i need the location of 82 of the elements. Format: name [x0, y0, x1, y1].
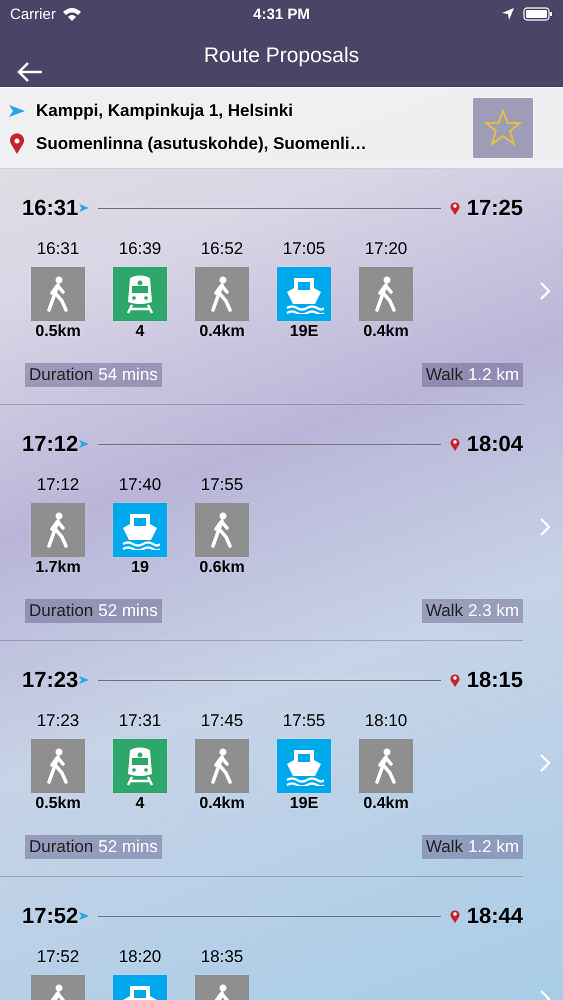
route-card[interactable]: 17:12 18:04 17:12 1.7km 17:40 19 17:55 0.6km Duration 52 mins Walk 2.3 km	[0, 405, 523, 641]
leg-time: 16:31	[36, 239, 80, 259]
leg-label: 4	[136, 794, 144, 814]
walking-person-icon	[209, 276, 235, 312]
walking-person-icon	[45, 748, 71, 784]
status-time: 4:31 PM	[253, 6, 310, 22]
back-arrow-icon	[16, 60, 44, 82]
map-pin-icon	[448, 672, 461, 688]
leg-label: 1.7km	[35, 558, 81, 578]
walking-person-icon	[45, 512, 71, 548]
screen-title: Route Proposals	[202, 44, 360, 68]
departure-time: 17:12	[22, 431, 78, 457]
origin-arrow-icon	[8, 104, 26, 118]
leg-label: 0.4km	[363, 794, 409, 814]
leg-time: 18:10	[364, 711, 408, 731]
leg-time: 17:12	[36, 475, 80, 495]
walk-value: 1.2 km	[468, 365, 519, 385]
leg-time: 17:52	[36, 947, 80, 967]
leg-label: 0.4km	[199, 322, 245, 342]
duration-value: 52 mins	[98, 601, 158, 621]
walking-person-icon	[373, 748, 399, 784]
duration-value: 54 mins	[98, 365, 158, 385]
leg-time: 16:52	[200, 239, 244, 259]
walking-person-icon	[209, 512, 235, 548]
leg-time: 17:05	[282, 239, 326, 259]
origin-arrow-icon	[78, 203, 90, 213]
battery-icon	[523, 7, 554, 21]
leg-label: 0.4km	[199, 794, 245, 814]
arrival-time: 18:04	[466, 431, 523, 457]
leg-label: 0.5km	[35, 322, 81, 342]
departure-time: 16:31	[22, 195, 78, 221]
back-button[interactable]	[16, 60, 44, 82]
leg-label: 0.4km	[363, 322, 409, 342]
walk-label: Walk	[426, 837, 463, 857]
map-pin-icon	[448, 436, 461, 452]
origin-arrow-icon	[78, 439, 90, 449]
carrier-name: Carrier	[10, 6, 56, 22]
leg-time: 17:55	[282, 711, 326, 731]
origin-address: Kamppi, Kampinkuja 1, Helsinki	[36, 100, 293, 120]
walking-person-icon	[45, 276, 71, 312]
walk-value: 2.3 km	[468, 601, 519, 621]
leg-time: 17:31	[118, 711, 162, 731]
leg-label: 19	[131, 558, 149, 578]
leg-label: 19E	[290, 794, 318, 814]
arrival-time: 18:44	[466, 903, 523, 929]
leg-time: 17:40	[118, 475, 162, 495]
arrival-time: 17:25	[466, 195, 523, 221]
leg-time: 17:20	[364, 239, 408, 259]
departure-time: 17:52	[22, 903, 78, 929]
map-pin-icon	[448, 200, 461, 216]
route-card[interactable]: 16:31 17:25 16:31 0.5km 16:39 4 16:52 0.4km 17:05 19E 17:20 0.4km Duration 54 mins Walk 1.2 km	[0, 169, 523, 405]
leg-time: 17:55	[200, 475, 244, 495]
departure-time: 17:23	[22, 667, 78, 693]
leg-label: 0.6km	[199, 558, 245, 578]
walk-label: Walk	[426, 365, 463, 385]
leg-time: 18:20	[118, 947, 162, 967]
location-arrow-icon	[501, 7, 516, 21]
star-icon	[483, 108, 523, 148]
walking-person-icon	[373, 276, 399, 312]
map-pin-icon	[8, 132, 26, 154]
destination-address: Suomenlinna (asutuskohde), Suomenli…	[36, 134, 367, 154]
leg-time: 18:35	[200, 947, 244, 967]
leg-time: 16:39	[118, 239, 162, 259]
route-card[interactable]: 17:52 18:44 17:52 18:20 18:35	[0, 877, 523, 1000]
map-pin-icon	[448, 908, 461, 924]
duration-label: Duration	[29, 601, 94, 621]
duration-label: Duration	[29, 837, 94, 857]
leg-label: 19E	[290, 322, 318, 342]
walking-person-icon	[209, 748, 235, 784]
wifi-icon	[62, 6, 82, 22]
route-card[interactable]: 17:23 18:15 17:23 0.5km 17:31 4 17:45 0.4km 17:55 19E 18:10 0.4km Duration 52 mins Walk 1.2 km	[0, 641, 523, 877]
origin-arrow-icon	[78, 911, 90, 921]
leg-time: 17:45	[200, 711, 244, 731]
duration-value: 52 mins	[98, 837, 158, 857]
walk-value: 1.2 km	[468, 837, 519, 857]
leg-time: 17:23	[36, 711, 80, 731]
walk-label: Walk	[426, 601, 463, 621]
duration-label: Duration	[29, 365, 94, 385]
arrival-time: 18:15	[466, 667, 523, 693]
leg-label: 4	[136, 322, 144, 342]
leg-label: 0.5km	[35, 794, 81, 814]
origin-arrow-icon	[78, 675, 90, 685]
